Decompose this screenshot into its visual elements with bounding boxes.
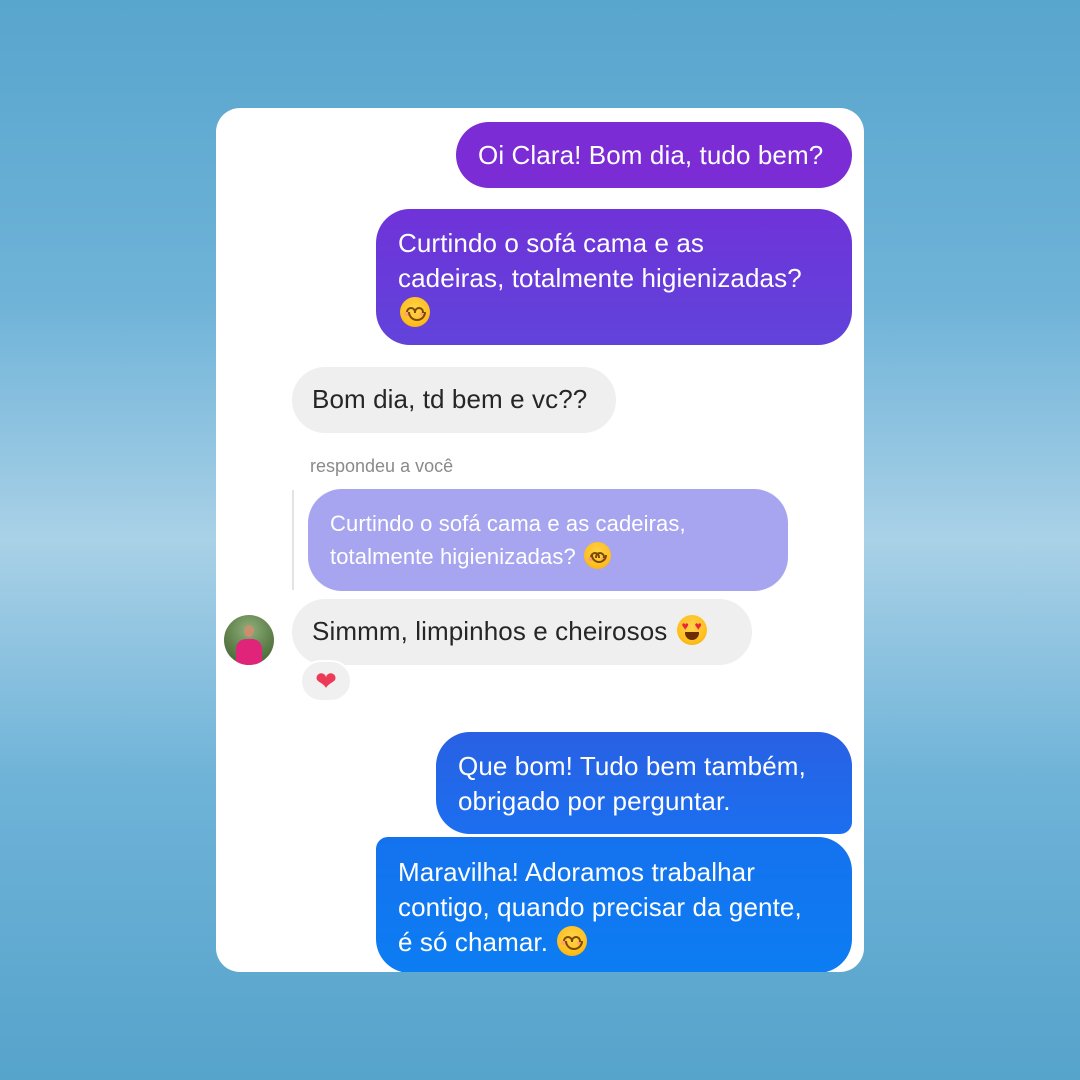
message-text-line: é só chamar. — [398, 927, 549, 957]
quoted-text-line: totalmente higienizadas? — [330, 544, 576, 569]
smiling-face-icon — [584, 542, 612, 569]
message-text-line: contigo, quando precisar da gente, — [398, 892, 802, 922]
message-bubble-received[interactable]: Simmm, limpinhos e cheirosos ♥ ♥ — [292, 599, 752, 665]
quote-bar — [292, 490, 294, 590]
message-text: Oi Clara! Bom dia, tudo bem? — [478, 140, 824, 170]
quoted-text-line: Curtindo o sofá cama e as cadeiras, — [330, 511, 686, 536]
message-bubble-sent[interactable]: Maravilha! Adoramos trabalhar contigo, q… — [376, 837, 852, 972]
message-bubble-sent[interactable]: Oi Clara! Bom dia, tudo bem? — [456, 122, 852, 188]
message-text-line: obrigado por perguntar. — [458, 786, 731, 816]
reaction-badge[interactable]: ❤ — [300, 660, 352, 702]
chat-card: Oi Clara! Bom dia, tudo bem? Curtindo o … — [216, 108, 864, 972]
message-text-line: Maravilha! Adoramos trabalhar — [398, 857, 755, 887]
quoted-message[interactable]: Curtindo o sofá cama e as cadeiras, tota… — [308, 489, 788, 591]
red-heart-icon: ❤ — [315, 666, 337, 696]
message-bubble-received[interactable]: Bom dia, td bem e vc?? — [292, 367, 616, 433]
message-text-line: cadeiras, totalmente higienizadas? — [398, 263, 802, 293]
message-bubble-sent[interactable]: Curtindo o sofá cama e as cadeiras, tota… — [376, 209, 852, 345]
avatar[interactable] — [224, 615, 274, 665]
smiling-face-icon — [557, 926, 588, 956]
message-text: Simmm, limpinhos e cheirosos — [312, 616, 668, 646]
smiling-face-icon — [400, 297, 430, 327]
message-text: Bom dia, td bem e vc?? — [312, 384, 588, 414]
heart-eyes-face-icon: ♥ ♥ — [676, 615, 707, 645]
reply-label: respondeu a você — [310, 456, 454, 476]
message-text-line: Curtindo o sofá cama e as — [398, 228, 704, 258]
message-bubble-sent[interactable]: Que bom! Tudo bem também, obrigado por p… — [436, 732, 852, 834]
message-text-line: Que bom! Tudo bem também, — [458, 751, 806, 781]
